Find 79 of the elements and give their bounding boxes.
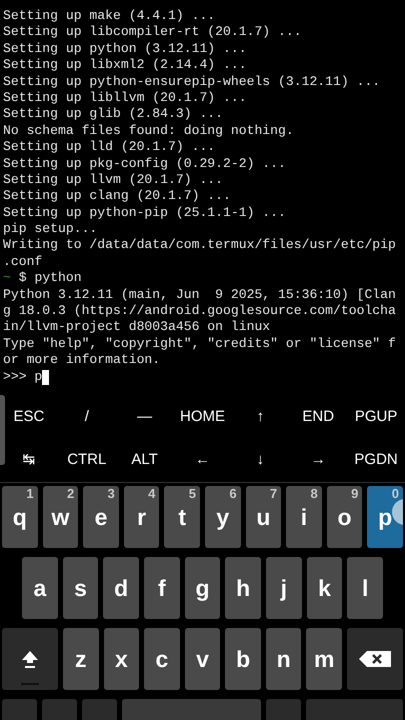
terminal-line: or more information. (3, 352, 160, 369)
extra-key[interactable]: PGDN (350, 450, 402, 470)
key-hint: 8 (310, 487, 318, 501)
terminal-line: Setting up lld (20.1.7) ... (3, 139, 216, 156)
extra-key[interactable]: ESC (10, 406, 48, 426)
keyboard-key[interactable]: l (347, 557, 384, 619)
terminal-line: Setting up libxml2 (2.14.4) ... (3, 57, 247, 74)
keyboard-key[interactable]: v (184, 628, 220, 690)
keyboard-key[interactable]: c (144, 628, 180, 690)
extra-key[interactable]: CTRL (63, 450, 110, 470)
backspace-key[interactable] (347, 628, 404, 690)
extra-key[interactable]: ← (190, 450, 214, 470)
prompt-symbol: ~ (3, 270, 11, 287)
keyboard-key[interactable]: x (104, 628, 140, 690)
extra-key[interactable]: END (298, 406, 338, 426)
extra-key[interactable]: HOME (176, 406, 229, 426)
extra-key[interactable]: ↹ (18, 450, 40, 470)
keyboard-key[interactable]: h (225, 557, 262, 619)
terminal-line: Setting up python (3.12.11) ... (3, 40, 247, 58)
terminal-line: >>> p (3, 368, 42, 385)
terminal-line: pip setup... (3, 221, 98, 238)
extra-key[interactable]: / (80, 406, 93, 426)
key-hint: 3 (108, 487, 115, 501)
terminal-line: Setting up llvm (20.1.7) ... (3, 172, 224, 188)
key-hint: 6 (229, 487, 237, 501)
key-hint: 1 (26, 487, 34, 501)
keyboard-key[interactable]: a (22, 557, 58, 619)
terminal-line: Type "help", "copyright", "credits" or "license" f (3, 336, 396, 352)
keyboard-key[interactable]: u 7 (246, 486, 282, 548)
terminal-line: $ python (18, 270, 82, 287)
keyboard-key[interactable]: m (306, 628, 342, 690)
terminal-line: Setting up glib (2.84.3) ... (3, 106, 224, 123)
keyboard-key[interactable]: g (184, 557, 220, 619)
keyboard-key[interactable]: r 4 (124, 486, 160, 548)
keyboard-key[interactable]: f (144, 557, 180, 619)
keyboard-key[interactable]: s (62, 557, 98, 619)
keyboard-key[interactable]: d (103, 557, 140, 619)
key-hint: 7 (270, 487, 278, 501)
terminal-line: No schema files found: doing nothing. (3, 122, 294, 140)
extra-key[interactable]: ― (133, 406, 156, 426)
keyboard-key[interactable]: n (266, 628, 302, 690)
key-hint: 2 (66, 487, 74, 501)
extra-key[interactable]: ↑ (252, 406, 268, 426)
keyboard-key[interactable]: i 8 (286, 486, 322, 548)
keyboard-key[interactable]: k (306, 557, 342, 619)
terminal-line: Setting up pkg-config (0.29.2-2) ... (3, 156, 286, 172)
keyboard-key[interactable]: o 9 (326, 486, 362, 548)
terminal-line: Setting up libcompiler-rt (20.1.7) ... (3, 24, 302, 41)
extra-key[interactable]: ↓ (252, 450, 268, 470)
backspace-icon (359, 651, 392, 667)
terminal-line: in/llvm-project d8003a456 on linux (3, 319, 270, 336)
keyboard-key[interactable]: p 0 (367, 486, 403, 548)
terminal-line: Setting up libllvm (20.1.7) ... (3, 90, 247, 106)
keyboard-key[interactable]: q 1 (2, 486, 38, 548)
key-hint: 4 (148, 487, 156, 501)
keyboard-key[interactable]: z (63, 628, 99, 690)
terminal-line: Setting up clang (20.1.7) ... (3, 188, 231, 205)
terminal-line: Python 3.12.11 (main, Jun 9 2025, 15:36:10) [Clan (3, 286, 396, 304)
key-hint: 9 (351, 487, 358, 501)
keyboard-key[interactable]: e 3 (83, 486, 119, 548)
keyboard-key[interactable]: w 2 (42, 486, 78, 548)
terminal-line: Setting up make (4.4.1) ... (3, 8, 216, 24)
drawer-handle[interactable] (0, 395, 5, 465)
shift-key[interactable] (2, 628, 58, 690)
terminal-line: g 18.0.3 (https://android.googlesource.com/toolcha (3, 303, 396, 320)
terminal-line: Setting up python-ensurepip-wheels (3.12.11) ... (3, 74, 380, 90)
terminal-line: .conf (3, 254, 42, 270)
keyboard-key[interactable]: j (266, 557, 302, 619)
key-hint: 0 (392, 487, 399, 501)
extra-key[interactable]: ALT (127, 450, 162, 470)
keyboard-key[interactable]: y 6 (204, 486, 241, 548)
keyboard-key[interactable]: b (225, 628, 261, 690)
terminal-line: Setting up python-pip (25.1.1-1) ... (3, 204, 286, 222)
extra-key[interactable]: PGUP (350, 406, 402, 426)
shift-icon (20, 649, 40, 669)
key-hint: 5 (188, 487, 196, 501)
extra-key[interactable]: → (306, 450, 330, 470)
keyboard-key[interactable]: t 5 (164, 486, 200, 548)
terminal-line: Writing to /data/data/com.termux/files/usr/etc/pip (3, 237, 396, 254)
